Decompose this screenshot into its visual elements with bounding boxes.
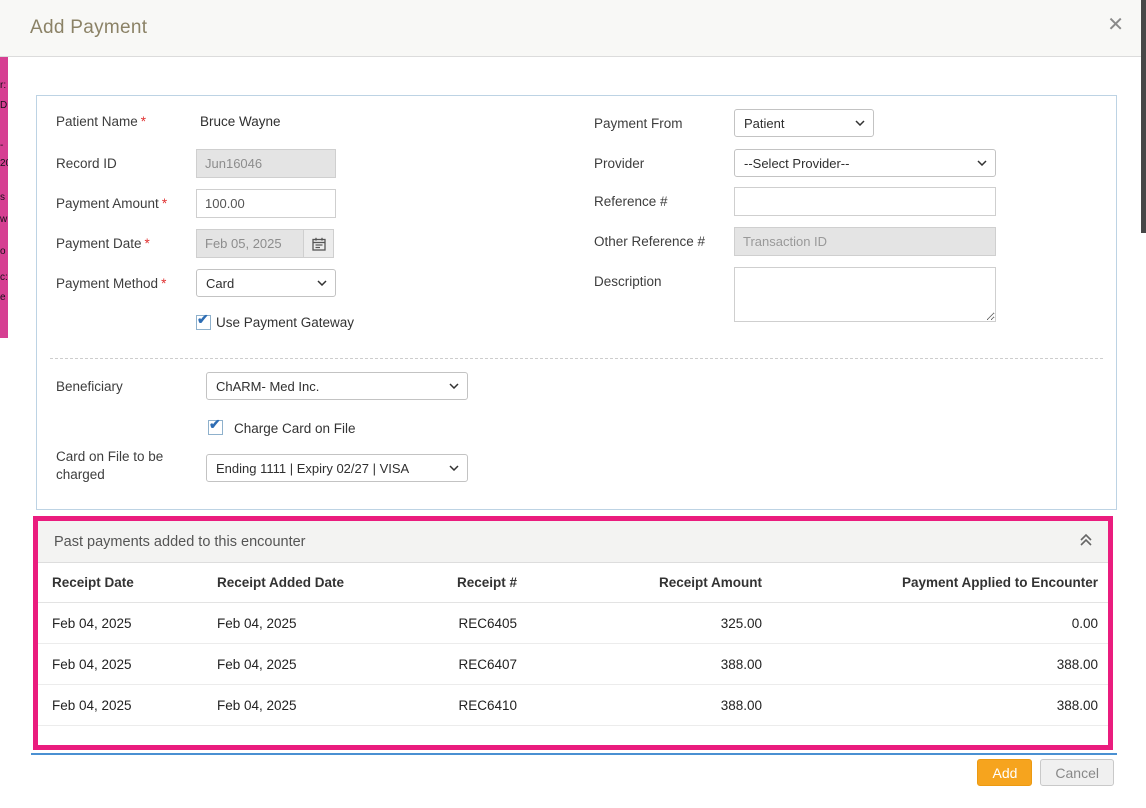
section-divider bbox=[50, 358, 1103, 359]
card-on-file-label: Card on File to be charged bbox=[56, 448, 191, 484]
required-marker: * bbox=[145, 236, 150, 251]
col-receipt-date: Receipt Date bbox=[52, 575, 217, 590]
payment-method-label-text: Payment Method bbox=[56, 276, 158, 291]
required-marker: * bbox=[141, 114, 146, 129]
cancel-button[interactable]: Cancel bbox=[1040, 759, 1114, 786]
cell-receipt-date: Feb 04, 2025 bbox=[52, 698, 217, 713]
modal-header: Add Payment ✕ bbox=[0, 0, 1146, 57]
calendar-icon bbox=[312, 237, 326, 251]
cell-payment-applied: 388.00 bbox=[762, 698, 1098, 713]
patient-name-label-text: Patient Name bbox=[56, 114, 138, 129]
beneficiary-value: ChARM- Med Inc. bbox=[216, 379, 319, 394]
background-text-fragment: s bbox=[0, 192, 5, 203]
background-text-fragment: D bbox=[0, 100, 7, 111]
use-payment-gateway-label[interactable]: Use Payment Gateway bbox=[216, 315, 354, 330]
panel-bottom-border bbox=[31, 753, 1117, 755]
cell-receipt-number: REC6407 bbox=[417, 657, 517, 672]
card-on-file-select[interactable]: Ending 1111 | Expiry 02/27 | VISA bbox=[206, 454, 468, 482]
col-receipt-added-date: Receipt Added Date bbox=[217, 575, 417, 590]
description-label: Description bbox=[594, 274, 662, 289]
chevron-down-icon bbox=[855, 120, 865, 126]
payment-method-label: Payment Method* bbox=[56, 276, 166, 291]
payment-amount-field[interactable] bbox=[196, 189, 336, 218]
cell-receipt-number: REC6410 bbox=[417, 698, 517, 713]
background-text-fragment: e ; bbox=[0, 292, 8, 303]
past-payments-panel: Past payments added to this encounter Re… bbox=[33, 516, 1113, 750]
background-left-strip: r: D - 20 s w o c: e ; bbox=[0, 57, 8, 338]
modal-footer: Add Cancel bbox=[977, 759, 1114, 786]
cell-receipt-added-date: Feb 04, 2025 bbox=[217, 657, 417, 672]
close-icon[interactable]: ✕ bbox=[1107, 15, 1124, 35]
col-payment-applied: Payment Applied to Encounter bbox=[762, 575, 1098, 590]
record-id-field bbox=[196, 149, 336, 178]
cell-receipt-added-date: Feb 04, 2025 bbox=[217, 698, 417, 713]
background-text-fragment: - bbox=[0, 140, 3, 151]
reference-label: Reference # bbox=[594, 194, 668, 209]
reference-field[interactable] bbox=[734, 187, 996, 216]
background-text-fragment: w bbox=[0, 214, 7, 225]
cell-receipt-added-date: Feb 04, 2025 bbox=[217, 616, 417, 631]
table-header-row: Receipt Date Receipt Added Date Receipt … bbox=[38, 563, 1108, 603]
table-row[interactable]: Feb 04, 2025 Feb 04, 2025 REC6405 325.00… bbox=[38, 603, 1108, 644]
background-text-fragment: 20 bbox=[0, 158, 8, 169]
payment-method-value: Card bbox=[206, 276, 234, 291]
cell-payment-applied: 0.00 bbox=[762, 616, 1098, 631]
payment-date-label-text: Payment Date bbox=[56, 236, 142, 251]
cell-receipt-amount: 325.00 bbox=[517, 616, 762, 631]
payment-amount-label-text: Payment Amount bbox=[56, 196, 159, 211]
patient-name-value: Bruce Wayne bbox=[200, 114, 281, 129]
background-right-strip bbox=[1141, 0, 1146, 233]
provider-value: --Select Provider-- bbox=[744, 156, 849, 171]
cell-receipt-date: Feb 04, 2025 bbox=[52, 616, 217, 631]
table-row[interactable]: Feb 04, 2025 Feb 04, 2025 REC6410 388.00… bbox=[38, 685, 1108, 726]
payment-date-field[interactable] bbox=[196, 229, 304, 258]
chevron-down-icon bbox=[977, 160, 987, 166]
payment-form-panel: Patient Name* Bruce Wayne Record ID Paym… bbox=[36, 95, 1117, 510]
col-receipt-amount: Receipt Amount bbox=[517, 575, 762, 590]
collapse-icon[interactable] bbox=[1078, 532, 1094, 552]
table-row[interactable]: Feb 04, 2025 Feb 04, 2025 REC6407 388.00… bbox=[38, 644, 1108, 685]
required-marker: * bbox=[161, 276, 166, 291]
provider-label: Provider bbox=[594, 156, 644, 171]
payment-amount-label: Payment Amount* bbox=[56, 196, 167, 211]
chevron-down-icon bbox=[449, 383, 459, 389]
background-text-fragment: c: bbox=[0, 272, 8, 283]
other-reference-field bbox=[734, 227, 996, 256]
cell-receipt-amount: 388.00 bbox=[517, 657, 762, 672]
calendar-button[interactable] bbox=[304, 229, 334, 258]
cell-receipt-amount: 388.00 bbox=[517, 698, 762, 713]
use-payment-gateway-checkbox[interactable]: ✔ bbox=[196, 315, 211, 330]
card-on-file-value: Ending 1111 | Expiry 02/27 | VISA bbox=[216, 461, 409, 476]
patient-name-label: Patient Name* bbox=[56, 114, 146, 129]
other-reference-label: Other Reference # bbox=[594, 234, 705, 249]
required-marker: * bbox=[162, 196, 167, 211]
beneficiary-select[interactable]: ChARM- Med Inc. bbox=[206, 372, 468, 400]
add-button[interactable]: Add bbox=[977, 759, 1032, 786]
provider-select[interactable]: --Select Provider-- bbox=[734, 149, 996, 177]
charge-card-on-file-checkbox[interactable]: ✔ bbox=[208, 420, 223, 435]
add-payment-modal: r: D - 20 s w o c: e ; Add Payment ✕ Pat… bbox=[0, 0, 1146, 808]
record-id-label: Record ID bbox=[56, 156, 117, 171]
past-payments-header: Past payments added to this encounter bbox=[38, 521, 1108, 563]
check-icon: ✔ bbox=[197, 311, 209, 328]
check-icon: ✔ bbox=[209, 416, 221, 433]
col-receipt-number: Receipt # bbox=[417, 575, 517, 590]
description-field[interactable] bbox=[734, 267, 996, 322]
beneficiary-label: Beneficiary bbox=[56, 379, 123, 394]
payment-from-select[interactable]: Patient bbox=[734, 109, 874, 137]
payment-date-label: Payment Date* bbox=[56, 236, 150, 251]
payment-method-select[interactable]: Card bbox=[196, 269, 336, 297]
chevron-down-icon bbox=[449, 465, 459, 471]
cell-payment-applied: 388.00 bbox=[762, 657, 1098, 672]
background-text-fragment: r: bbox=[0, 80, 6, 91]
chevron-down-icon bbox=[317, 280, 327, 286]
cell-receipt-date: Feb 04, 2025 bbox=[52, 657, 217, 672]
cell-receipt-number: REC6405 bbox=[417, 616, 517, 631]
background-text-fragment: o bbox=[0, 246, 6, 257]
payment-from-value: Patient bbox=[744, 116, 784, 131]
modal-title: Add Payment bbox=[30, 17, 147, 39]
charge-card-on-file-label[interactable]: Charge Card on File bbox=[234, 421, 356, 436]
past-payments-title: Past payments added to this encounter bbox=[54, 534, 306, 550]
payment-from-label: Payment From bbox=[594, 116, 683, 131]
